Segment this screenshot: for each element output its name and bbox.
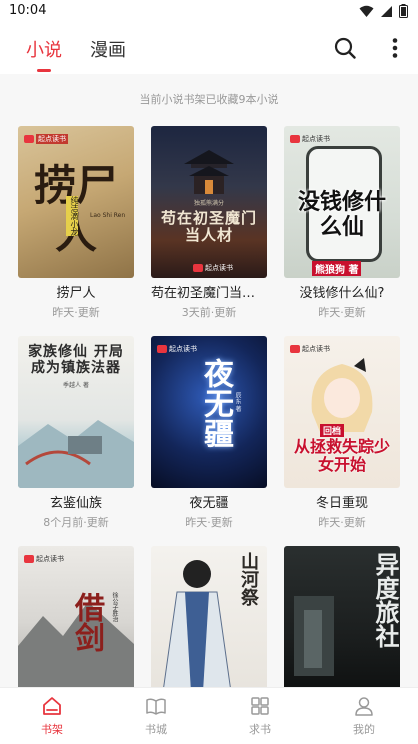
book-update-status: 昨天·更新 bbox=[185, 516, 233, 529]
book-cover: 起点读书 回档 从拯救失踪少女开始 bbox=[284, 336, 400, 488]
nav-bookstore[interactable]: 书城 bbox=[104, 688, 208, 744]
publisher-badge: 起点读书 bbox=[24, 133, 68, 144]
book-title: 苟在初圣魔门当人材 bbox=[151, 286, 267, 301]
cover-author-text: 辰东 著 bbox=[234, 392, 241, 412]
status-bar: 10:04 bbox=[0, 0, 418, 24]
signal-icon bbox=[381, 5, 392, 17]
cover-title-text: 从拯救失踪少女开始 bbox=[293, 437, 390, 475]
cover-author-text: 季越人 著 bbox=[63, 382, 89, 389]
publisher-logo-icon bbox=[290, 344, 300, 353]
publisher-logo-icon bbox=[157, 344, 167, 353]
cover-author-text: 独孤熊满分 bbox=[193, 200, 224, 207]
tab-comic[interactable]: 漫画 bbox=[90, 36, 126, 62]
publisher-logo-icon bbox=[290, 134, 300, 143]
landscape-illustration bbox=[18, 420, 134, 488]
cover-title-text: 异度旅社 bbox=[371, 552, 400, 648]
status-time: 10:04 bbox=[9, 3, 47, 18]
tab-novel[interactable]: 小说 bbox=[26, 36, 62, 62]
nav-label: 我的 bbox=[353, 723, 375, 736]
book-update-status: 昨天·更新 bbox=[52, 306, 100, 319]
publisher-logo-icon bbox=[193, 263, 203, 272]
book-title: 捞尸人 bbox=[56, 286, 96, 301]
bookshelf-content[interactable]: 当前小说书架已收藏9本小说 起点读书 捞尸人 纯洁滴小龙 Lao Shi Ren… bbox=[0, 74, 418, 687]
book-title: 夜无疆 bbox=[189, 496, 229, 511]
book-title: 玄鉴仙族 bbox=[49, 496, 102, 511]
book-cover: 苟在初圣魔门当人材 独孤熊满分 起点读书 bbox=[151, 126, 267, 278]
shelf-count-hint: 当前小说书架已收藏9本小说 bbox=[139, 93, 279, 106]
publisher-badge: 起点读书 bbox=[290, 133, 330, 144]
nav-mine[interactable]: 我的 bbox=[312, 688, 416, 744]
book-cover: 山河祭 bbox=[151, 546, 267, 687]
nav-bookshelf[interactable]: 书架 bbox=[0, 688, 104, 744]
cover-title-text: 夜无疆 bbox=[198, 358, 233, 448]
search-icon[interactable] bbox=[334, 37, 356, 59]
book-update-status: 8个月前·更新 bbox=[43, 516, 109, 529]
character-illustration bbox=[163, 560, 231, 687]
publisher-badge: 起点读书 bbox=[24, 553, 64, 564]
publisher-logo-icon bbox=[24, 134, 34, 143]
book-cover: 起点读书 捞尸人 纯洁滴小龙 Lao Shi Ren bbox=[18, 126, 134, 278]
book-cover: 起点读书 借剑 徐公子胜治 bbox=[18, 546, 134, 687]
cover-author-text: 徐公子胜治 bbox=[111, 592, 118, 622]
book-title: 没钱修什么仙? bbox=[299, 286, 385, 301]
cover-title-text: 没钱修什么仙 bbox=[297, 189, 386, 241]
cover-title-text: 苟在初圣魔门当人材 bbox=[160, 209, 257, 245]
top-bar: 小说 漫画 bbox=[0, 24, 418, 74]
book-update-status: 昨天·更新 bbox=[318, 516, 366, 529]
publisher-badge: 起点读书 bbox=[157, 343, 197, 354]
cover-author-text: 回档 bbox=[320, 424, 345, 437]
publisher-badge: 起点读书 bbox=[193, 262, 233, 273]
publisher-logo-icon bbox=[24, 554, 34, 563]
bottom-nav: 书架 书城 求书 我的 bbox=[0, 687, 418, 744]
wifi-icon bbox=[359, 5, 374, 17]
cover-title-text: 山河祭 bbox=[238, 552, 259, 606]
cover-author-text: 纯洁滴小龙 bbox=[66, 196, 79, 236]
character-illustration bbox=[311, 358, 373, 432]
nav-label: 求书 bbox=[249, 723, 271, 736]
more-vertical-icon[interactable] bbox=[389, 37, 401, 59]
grid-icon bbox=[251, 697, 269, 715]
battery-icon bbox=[399, 4, 408, 18]
pavilion-illustration bbox=[184, 150, 234, 194]
book-cover: 起点读书 夜无疆 辰东 著 bbox=[151, 336, 267, 488]
cover-title-text: 家族修仙 开局成为镇族法器 bbox=[28, 344, 124, 377]
book-cover: 家族修仙 开局成为镇族法器 季越人 著 bbox=[18, 336, 134, 488]
user-icon bbox=[355, 697, 373, 716]
book-cover: 异度旅社 bbox=[284, 546, 400, 687]
bookshelf-icon bbox=[43, 697, 61, 715]
status-icons bbox=[359, 4, 408, 18]
cover-author-text: 熊狼狗 著 bbox=[312, 261, 362, 276]
nav-label: 书架 bbox=[41, 723, 63, 736]
cover-title-text: 借剑 bbox=[69, 592, 104, 652]
book-title: 冬日重现 bbox=[315, 496, 368, 511]
book-update-status: 昨天·更新 bbox=[318, 306, 366, 319]
book-update-status: 3天前·更新 bbox=[181, 306, 237, 319]
book-open-icon bbox=[146, 698, 166, 715]
active-tab-indicator bbox=[37, 69, 51, 72]
cover-subtitle-text: Lao Shi Ren bbox=[90, 212, 126, 219]
book-cover: 起点读书 没钱修什么仙 熊狼狗 著 bbox=[284, 126, 400, 278]
nav-request-book[interactable]: 求书 bbox=[208, 688, 312, 744]
nav-label: 书城 bbox=[145, 723, 167, 736]
